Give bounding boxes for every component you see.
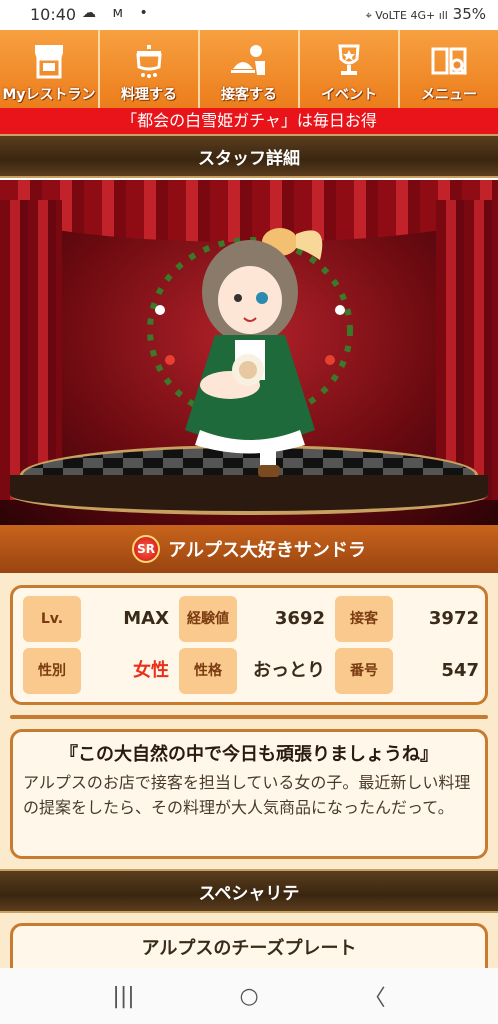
top-navigation: Myレストラン 料理する 接客する イベント メニュー bbox=[0, 30, 498, 108]
book-search-icon bbox=[431, 47, 468, 76]
recent-apps-button[interactable]: ||| bbox=[112, 984, 134, 1009]
personality-value: おっとり bbox=[253, 660, 325, 681]
profile-description: アルプスのお店で接客を担当している女の子。最近新しい料理の提案をしたら、その料理… bbox=[23, 773, 471, 817]
section-title: スペシャリテ bbox=[198, 883, 300, 904]
curtain-right bbox=[436, 200, 498, 500]
gender-value: 女性 bbox=[133, 660, 169, 681]
exp-value: 3692 bbox=[274, 608, 325, 629]
number-value: 547 bbox=[441, 660, 479, 681]
status-bar: 10:40 ☁ ᴍ • ⌖ VoLTE 4G+ ıll 35% bbox=[0, 0, 498, 30]
divider bbox=[10, 715, 488, 719]
section-title: スタッフ詳細 bbox=[198, 148, 300, 169]
catchphrase: 『この大自然の中で今日も頑張りましょうね』 bbox=[60, 744, 438, 765]
nav-label: メニュー bbox=[421, 87, 477, 103]
lv-value: MAX bbox=[123, 608, 169, 629]
character-portrait bbox=[147, 228, 353, 477]
notification-icons: ☁ ᴍ • bbox=[82, 5, 154, 21]
gender-label: 性別 bbox=[23, 648, 81, 694]
character-stage bbox=[0, 180, 498, 525]
shop-icon bbox=[35, 45, 63, 79]
battery-percent: 35% bbox=[452, 5, 486, 23]
staff-name-bar: SR アルプス大好きサンドラ bbox=[0, 525, 498, 573]
gacha-banner[interactable]: 「都会の白雪姫ガチャ」は毎日お得 bbox=[0, 108, 498, 134]
system-indicators: ⌖ VoLTE 4G+ ıll 35% bbox=[366, 5, 486, 23]
staff-detail-content: Lv. MAX 経験値 3692 接客 3972 性別 女性 性格 おっとり 番… bbox=[0, 573, 498, 983]
home-button[interactable]: ○ bbox=[240, 984, 259, 1009]
service-label: 接客 bbox=[335, 596, 393, 642]
staff-detail-header: スタッフ詳細 bbox=[0, 134, 498, 178]
personality-label: 性格 bbox=[179, 648, 237, 694]
specialty-header: スペシャリテ bbox=[0, 869, 498, 913]
number-label: 番号 bbox=[335, 648, 393, 694]
pot-icon bbox=[136, 45, 162, 78]
nav-label: 接客する bbox=[221, 87, 277, 103]
back-button[interactable]: 〈 bbox=[364, 980, 386, 1012]
system-navigation-bar: ||| ○ 〈 bbox=[0, 968, 498, 1024]
nav-service[interactable]: 接客する bbox=[200, 30, 300, 108]
nav-label: 料理する bbox=[121, 87, 177, 103]
nav-menu[interactable]: メニュー bbox=[400, 30, 498, 108]
stats-panel: Lv. MAX 経験値 3692 接客 3972 性別 女性 性格 おっとり 番… bbox=[10, 585, 488, 705]
nav-cook[interactable]: 料理する bbox=[100, 30, 200, 108]
lv-label: Lv. bbox=[23, 596, 81, 642]
signal-icons: ⌖ VoLTE 4G+ ıll bbox=[365, 9, 448, 22]
clock: 10:40 bbox=[30, 5, 77, 24]
staff-name: アルプス大好きサンドラ bbox=[168, 540, 366, 561]
service-value: 3972 bbox=[428, 608, 479, 629]
nav-my-restaurant[interactable]: Myレストラン bbox=[0, 30, 100, 108]
exp-label: 経験値 bbox=[179, 596, 237, 642]
nav-label: イベント bbox=[321, 87, 377, 103]
trophy-icon bbox=[338, 44, 360, 75]
nav-event[interactable]: イベント bbox=[300, 30, 400, 108]
specialty-dish-name: アルプスのチーズプレート bbox=[141, 938, 357, 959]
waiter-icon bbox=[231, 45, 265, 75]
nav-label: Myレストラン bbox=[2, 87, 96, 103]
rarity-badge: SR bbox=[132, 535, 161, 563]
profile-panel: 『この大自然の中で今日も頑張りましょうね』 アルプスのお店で接客を担当している女… bbox=[10, 729, 488, 859]
curtain-left bbox=[0, 200, 62, 500]
